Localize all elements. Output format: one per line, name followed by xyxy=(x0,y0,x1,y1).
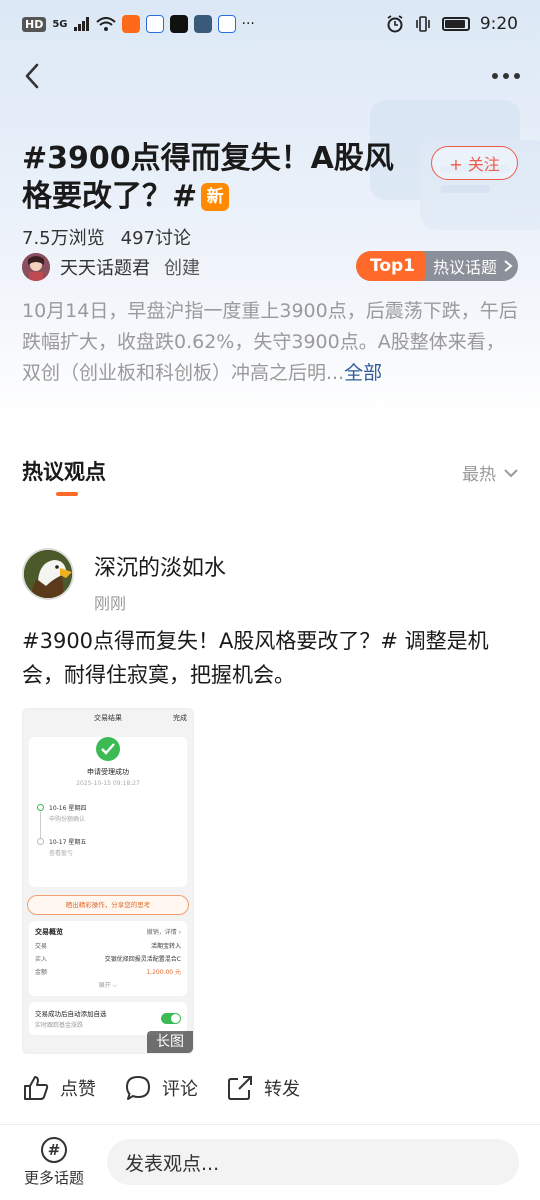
topic-summary: 10月14日，早盘沪指一度重上3900点，后震荡下跌，午后跌幅扩大，收盘跌0.6… xyxy=(22,296,522,389)
shot-done: 完成 xyxy=(173,714,187,722)
comment-bubble-icon xyxy=(126,1076,150,1100)
shot-step-2: 10-17 星期五 查看盈亏 xyxy=(29,837,187,857)
more-options-button[interactable] xyxy=(486,58,526,94)
step-dot-icon xyxy=(37,838,44,845)
back-button[interactable] xyxy=(14,58,50,94)
comment-button[interactable]: 评论 xyxy=(124,1068,198,1108)
comment-label: 评论 xyxy=(162,1079,198,1100)
status-bar: HD 5G ··· 9:20 xyxy=(0,0,540,48)
new-badge: 新 xyxy=(201,183,230,211)
hashtag-icon: # xyxy=(41,1137,67,1163)
share-button[interactable]: 转发 xyxy=(226,1068,300,1108)
post-author[interactable]: 深沉的淡如水 刚刚 xyxy=(22,548,226,614)
5g-indicator: 5G xyxy=(52,18,68,30)
topic-title: #3900点得而复失！A股风格要改了？# 新 xyxy=(22,140,422,216)
shot-toggle-label: 交易成功后自动添加自选 xyxy=(35,1010,107,1018)
long-image-tag: 长图 xyxy=(147,1031,193,1053)
clock: 9:20 xyxy=(479,14,518,34)
success-check-icon xyxy=(96,737,120,761)
baidu-paw-icon-2 xyxy=(217,15,236,33)
more-notifications-icon: ··· xyxy=(241,16,255,32)
shot-success-text: 申请受理成功 xyxy=(87,768,129,776)
section-title: 热议观点 xyxy=(22,460,106,484)
like-label: 点赞 xyxy=(60,1079,96,1100)
post-time: 刚刚 xyxy=(94,594,127,613)
signal-icon xyxy=(73,17,89,31)
author-avatar[interactable] xyxy=(22,548,74,600)
creator-action: 创建 xyxy=(164,258,200,279)
view-count: 7.5万浏览 xyxy=(22,228,105,249)
step-dot-icon xyxy=(37,804,44,811)
shot-toggle-sub: 实时跟踪基金涨跌 xyxy=(35,1022,84,1029)
share-arrow-icon xyxy=(228,1076,252,1100)
shot-overview-card: 交易概览 撤销，详情 › 交易 活期宝转入 买入 交银优择回报灵活配置混合C 金额 1… xyxy=(29,921,187,996)
thumbs-up-icon xyxy=(24,1076,49,1100)
shot-header: 交易结果 完成 xyxy=(23,711,193,725)
step-2-date: 10-17 星期五 xyxy=(49,839,87,846)
author-name[interactable]: 深沉的淡如水 xyxy=(94,550,226,582)
step-1-date: 10-16 星期四 xyxy=(49,805,87,812)
shot-toggle-switch xyxy=(161,1013,181,1024)
douyin-app-icon xyxy=(169,15,188,33)
topic-stats: 7.5万浏览 497讨论 xyxy=(22,224,191,250)
creator-name[interactable]: 天天话题君 xyxy=(60,254,150,280)
shot-success-card: 申请受理成功 2025-10-15 09:18:27 10-16 星期四 申购份… xyxy=(29,737,187,887)
share-label: 转发 xyxy=(264,1079,300,1100)
taobao-app-icon xyxy=(121,15,140,33)
shot-step-1: 10-16 星期四 申购份额确认 xyxy=(29,803,187,842)
shot-header-title: 交易结果 xyxy=(94,714,122,722)
shot-row: 金额 1,200.00 元 xyxy=(35,969,181,976)
more-topics-label: 更多话题 xyxy=(23,1169,84,1187)
wifi-icon xyxy=(95,17,116,31)
post-image-long-screenshot[interactable]: 交易结果 完成 申请受理成功 2025-10-15 09:18:27 10-16… xyxy=(22,708,194,1054)
shot-overview-header: 交易概览 撤销，详情 › xyxy=(29,925,187,939)
step-1-sub: 申购份额确认 xyxy=(49,816,86,823)
hd-indicator: HD xyxy=(22,16,47,32)
sort-selector[interactable]: 最热 xyxy=(462,460,518,485)
more-dots-icon xyxy=(492,73,520,79)
post-actions: 点赞 评论 转发 xyxy=(22,1068,328,1108)
topic-creator[interactable]: 天天话题君 创建 xyxy=(22,252,200,282)
step-2-sub: 查看盈亏 xyxy=(49,850,74,857)
like-button[interactable]: 点赞 xyxy=(22,1068,96,1108)
more-topics-button[interactable]: # 更多话题 xyxy=(18,1137,90,1188)
rank-category: 热议话题 xyxy=(433,258,498,277)
bottom-bar: # 更多话题 发表观点... xyxy=(0,1125,540,1200)
sort-label: 最热 xyxy=(462,465,496,485)
eagle-avatar-icon xyxy=(24,550,72,598)
section-active-indicator xyxy=(56,492,78,496)
nav-bar xyxy=(0,48,540,104)
battery-icon xyxy=(441,17,470,31)
baidu-paw-icon xyxy=(145,15,164,33)
shot-overview-title: 交易概览 xyxy=(35,928,63,936)
creator-avatar[interactable] xyxy=(22,253,50,281)
expand-summary-link[interactable]: 全部 xyxy=(344,362,382,384)
chevron-left-icon xyxy=(25,63,39,89)
follow-button[interactable]: + 关注 xyxy=(431,146,518,180)
shot-date: 2025-10-15 09:18:27 xyxy=(76,780,140,787)
ranking-badge[interactable]: Top1 热议话题 xyxy=(356,251,518,281)
alarm-icon xyxy=(387,15,403,33)
city-photo-app-icon xyxy=(193,15,212,33)
post-text: #3900点得而复失！A股风格要改了？# 调整是机会，耐得住寂寞，把握机会。 xyxy=(22,629,489,687)
discussion-count: 497讨论 xyxy=(120,228,191,249)
chevron-down-icon xyxy=(504,468,518,477)
opinion-input-placeholder: 发表观点... xyxy=(125,1152,220,1175)
shot-overview-links: 撤销，详情 › xyxy=(146,929,181,936)
summary-text: 10月14日，早盘沪指一度重上3900点，后震荡下跌，午后跌幅扩大，收盘跌0.6… xyxy=(22,300,518,384)
shot-row: 买入 交银优择回报灵活配置混合C xyxy=(35,956,181,963)
rank-label: Top1 xyxy=(356,251,426,281)
opinion-input[interactable]: 发表观点... xyxy=(107,1139,519,1185)
vibrate-icon xyxy=(416,16,430,32)
shot-share-banner: 晒出精彩操作，分享您的思考 xyxy=(27,895,189,915)
shot-expand: 展开 ⌵ xyxy=(98,982,118,989)
creator-avatar-icon xyxy=(22,253,50,281)
shot-row: 交易 活期宝转入 xyxy=(35,943,181,950)
chevron-right-icon xyxy=(504,260,513,272)
hot-opinions-header: 热议观点 最热 xyxy=(22,456,518,496)
